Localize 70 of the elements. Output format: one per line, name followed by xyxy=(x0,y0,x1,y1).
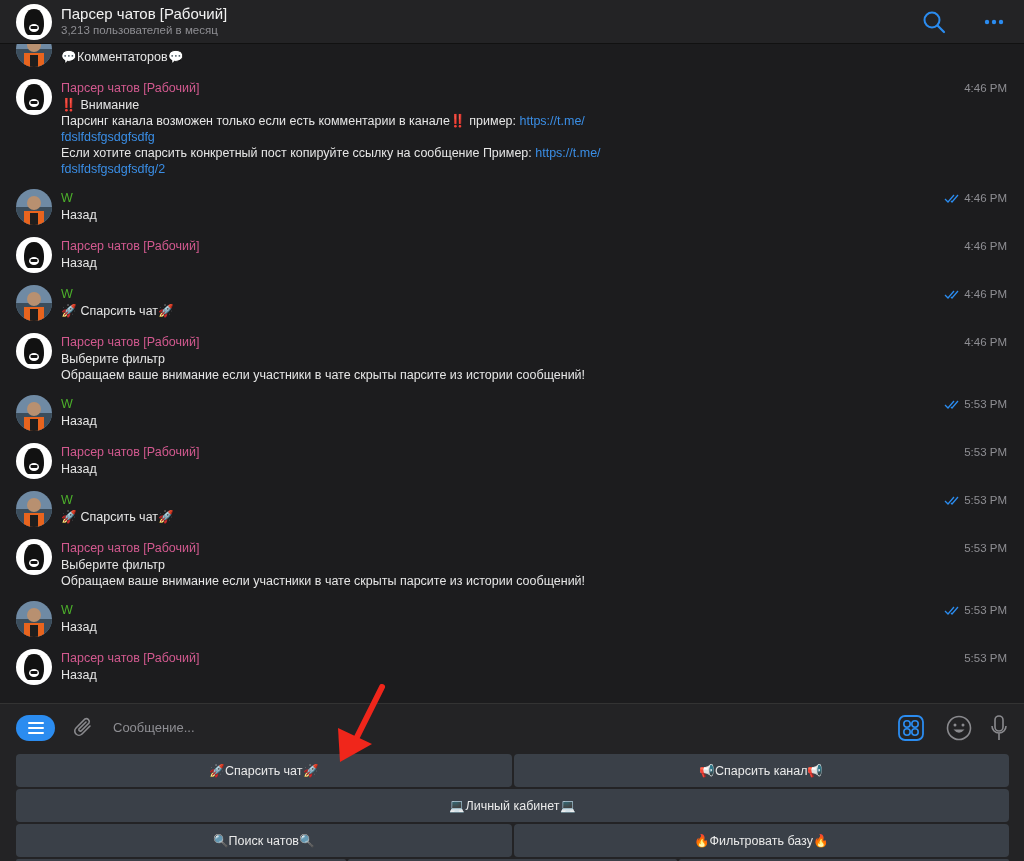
message-text: Обращаем ваше внимание если участники в чате скрыты парсите из истории сообщений! xyxy=(61,367,586,383)
message-time: 5:53 PM xyxy=(964,603,1007,617)
sender-name: Парсер чатов [Рабочий] xyxy=(61,80,200,97)
message-text: 💬Комментаторов💬 xyxy=(61,49,184,65)
chat-title: Парсер чатов [Рабочий] xyxy=(61,5,229,23)
sender-name: Парсер чатов [Рабочий] xyxy=(61,334,200,351)
user-avatar[interactable] xyxy=(16,189,52,225)
sender-name: W xyxy=(61,396,73,413)
bot-avatar[interactable] xyxy=(16,443,52,479)
sender-name: W xyxy=(61,602,73,619)
keyboard-button[interactable]: 🔥Фильтровать базу🔥 xyxy=(513,824,1009,857)
message-time: 5:53 PM xyxy=(964,651,1007,665)
message-text: Выберите фильтр xyxy=(61,557,165,573)
keyboard-button[interactable]: 🚀Спарсить чат🚀 xyxy=(16,754,512,787)
message-time: 5:53 PM xyxy=(964,493,1007,507)
menu-icon xyxy=(27,721,44,734)
message-time: 4:46 PM xyxy=(964,191,1007,205)
keyboard-toggle-icon[interactable] xyxy=(898,714,924,741)
bot-avatar[interactable] xyxy=(16,539,52,575)
user-avatar[interactable] xyxy=(16,601,52,637)
message-text: Назад xyxy=(61,461,97,477)
message-text: Назад xyxy=(61,667,97,683)
sender-name: Парсер чатов [Рабочий] xyxy=(61,650,200,667)
sender-name: W xyxy=(61,286,73,303)
message-text: Парсинг канала возможен только если есть комментарии в канале‼ пример: xyxy=(61,114,517,128)
search-icon[interactable] xyxy=(922,9,946,34)
keyboard-button[interactable]: 🔍Поиск чатов🔍 xyxy=(16,824,512,857)
message-time: 5:53 PM xyxy=(964,445,1007,459)
message-time: 4:46 PM xyxy=(964,287,1007,301)
message-text: 🚀 Спарсить чат🚀 xyxy=(61,509,175,525)
sender-name: W xyxy=(61,492,73,509)
bot-avatar[interactable] xyxy=(16,79,52,115)
message-text: Назад xyxy=(61,255,97,271)
message-composer[interactable]: Сообщение... xyxy=(0,703,1024,751)
keyboard-button[interactable]: 💻Личный кабинет💻 xyxy=(16,789,1009,822)
message-link[interactable]: https://t.me/ xyxy=(535,146,601,160)
sender-name: W xyxy=(61,190,73,207)
message-time: 4:46 PM xyxy=(964,239,1007,253)
sender-name: Парсер чатов [Рабочий] xyxy=(61,238,200,255)
message-text: 🚀 Спарсить чат🚀 xyxy=(61,303,175,319)
message-text: Назад xyxy=(61,413,97,429)
sender-name: Парсер чатов [Рабочий] xyxy=(61,540,200,557)
emoji-icon[interactable] xyxy=(946,714,972,741)
user-avatar[interactable] xyxy=(16,285,52,321)
bot-avatar[interactable] xyxy=(16,333,52,369)
message-text: Выберите фильтр xyxy=(61,351,165,367)
sender-name: Парсер чатов [Рабочий] xyxy=(61,444,200,461)
more-icon[interactable] xyxy=(984,18,1004,25)
message-text: Если хотите спарсить конкретный пост копируйте ссылку на сообщение Пример: xyxy=(61,146,533,160)
message-time: 5:53 PM xyxy=(964,541,1007,555)
bot-avatar[interactable] xyxy=(16,649,52,685)
keyboard-button[interactable]: 📢Спарсить канал📢 xyxy=(513,754,1009,787)
message-text: Обращаем ваше внимание если участники в чате скрыты парсите из истории сообщений! xyxy=(61,573,586,589)
message-text: Назад xyxy=(61,207,97,223)
message-time: 5:53 PM xyxy=(964,397,1007,411)
message-text: Назад xyxy=(61,619,97,635)
member-count: 3,213 пользователей в месяц xyxy=(61,23,219,38)
bot-avatar[interactable] xyxy=(16,3,52,40)
user-avatar[interactable] xyxy=(16,395,52,431)
menu-button[interactable] xyxy=(16,714,55,741)
message-link[interactable]: fdslfdsfgsdgfsdfg/2 xyxy=(61,162,166,176)
bot-avatar[interactable] xyxy=(16,237,52,273)
message-link[interactable]: https://t.me/ xyxy=(519,114,585,128)
message-time: 4:46 PM xyxy=(964,335,1007,349)
message-field[interactable]: Сообщение... xyxy=(113,714,880,741)
message-text: ‼ Внимание xyxy=(61,97,140,113)
message-time: 4:46 PM xyxy=(964,81,1007,95)
message-link[interactable]: fdslfdsfgsdgfsdfg xyxy=(61,130,155,144)
microphone-icon[interactable] xyxy=(990,714,1008,741)
user-avatar[interactable] xyxy=(16,491,52,527)
